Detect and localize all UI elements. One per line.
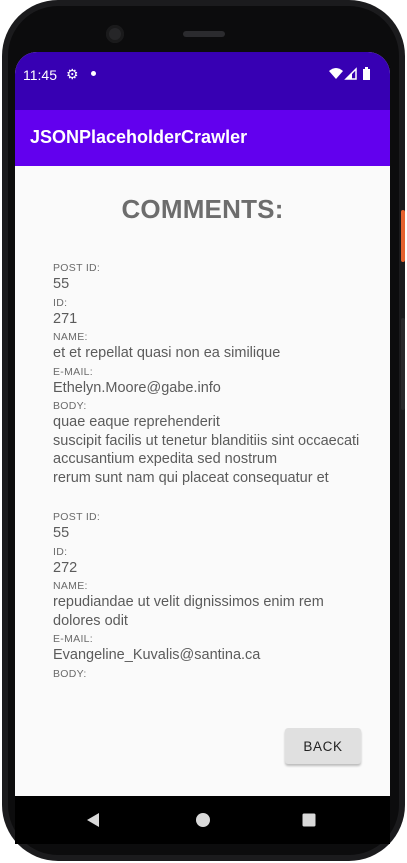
wifi-icon (329, 68, 343, 79)
status-time: 11:45 (23, 67, 57, 83)
comment-item: POST ID: 55 ID: 271 NAME: et et repellat… (53, 262, 373, 487)
screen: 11:45 ⚙ JSONPlaceholderCrawler COMMENTS:… (15, 52, 390, 796)
name-label: NAME: (53, 331, 88, 343)
post-id-value: 55 (53, 276, 70, 292)
volume-button (401, 318, 405, 410)
status-icons (328, 67, 376, 86)
name-label: NAME: (53, 580, 88, 592)
power-button (401, 210, 405, 262)
email-value: Evangeline_Kuvalis@santina.ca (53, 647, 261, 663)
front-camera (106, 25, 124, 43)
post-id-value: 55 (53, 525, 70, 541)
id-value: 271 (53, 310, 78, 327)
page-title: COMMENTS: (121, 194, 284, 224)
app-title: JSONPlaceholderCrawler (30, 127, 248, 147)
email-label: E-MAIL: (53, 365, 94, 378)
id-label: ID: (53, 296, 68, 309)
battery-icon (363, 67, 370, 80)
system-nav-bar (15, 796, 390, 844)
gear-icon: ⚙ (66, 66, 79, 82)
name-value: repudiandae ut velit dignissimos enim re… (53, 594, 324, 629)
signal-icon (344, 67, 357, 80)
app-bar: JSONPlaceholderCrawler (15, 110, 390, 166)
body-value: quae eaque reprehenderit suscipit facili… (53, 414, 360, 486)
body-label: BODY: (53, 667, 87, 680)
comments-scroll-view[interactable]: COMMENTS: POST ID: 55 ID: 271 NAME: et e… (15, 166, 390, 796)
comment-item: POST ID: 55 ID: 272 NAME: repudiandae ut… (53, 511, 373, 681)
comments-list: POST ID: 55 ID: 271 NAME: et et repellat… (53, 262, 373, 705)
email-label: E-MAIL: (53, 633, 94, 645)
nav-back-button[interactable] (63, 796, 123, 844)
id-value: 272 (53, 559, 78, 576)
recents-square-icon (302, 813, 316, 827)
nav-recents-button[interactable] (279, 796, 339, 844)
post-id-label: POST ID: (53, 511, 101, 523)
body-label: BODY: (53, 400, 87, 412)
name-value: et et repellat quasi non ea similique (53, 345, 281, 361)
notification-dot-icon (91, 71, 96, 76)
status-bar: 11:45 ⚙ (15, 52, 390, 110)
back-triangle-icon (87, 813, 99, 827)
email-value: Ethelyn.Moore@gabe.info (53, 379, 221, 396)
earpiece-speaker (183, 31, 225, 37)
back-button[interactable]: BACK (285, 728, 361, 764)
home-circle-icon (196, 813, 210, 827)
id-label: ID: (53, 545, 68, 558)
post-id-label: POST ID: (53, 262, 101, 274)
nav-home-button[interactable] (173, 796, 233, 844)
